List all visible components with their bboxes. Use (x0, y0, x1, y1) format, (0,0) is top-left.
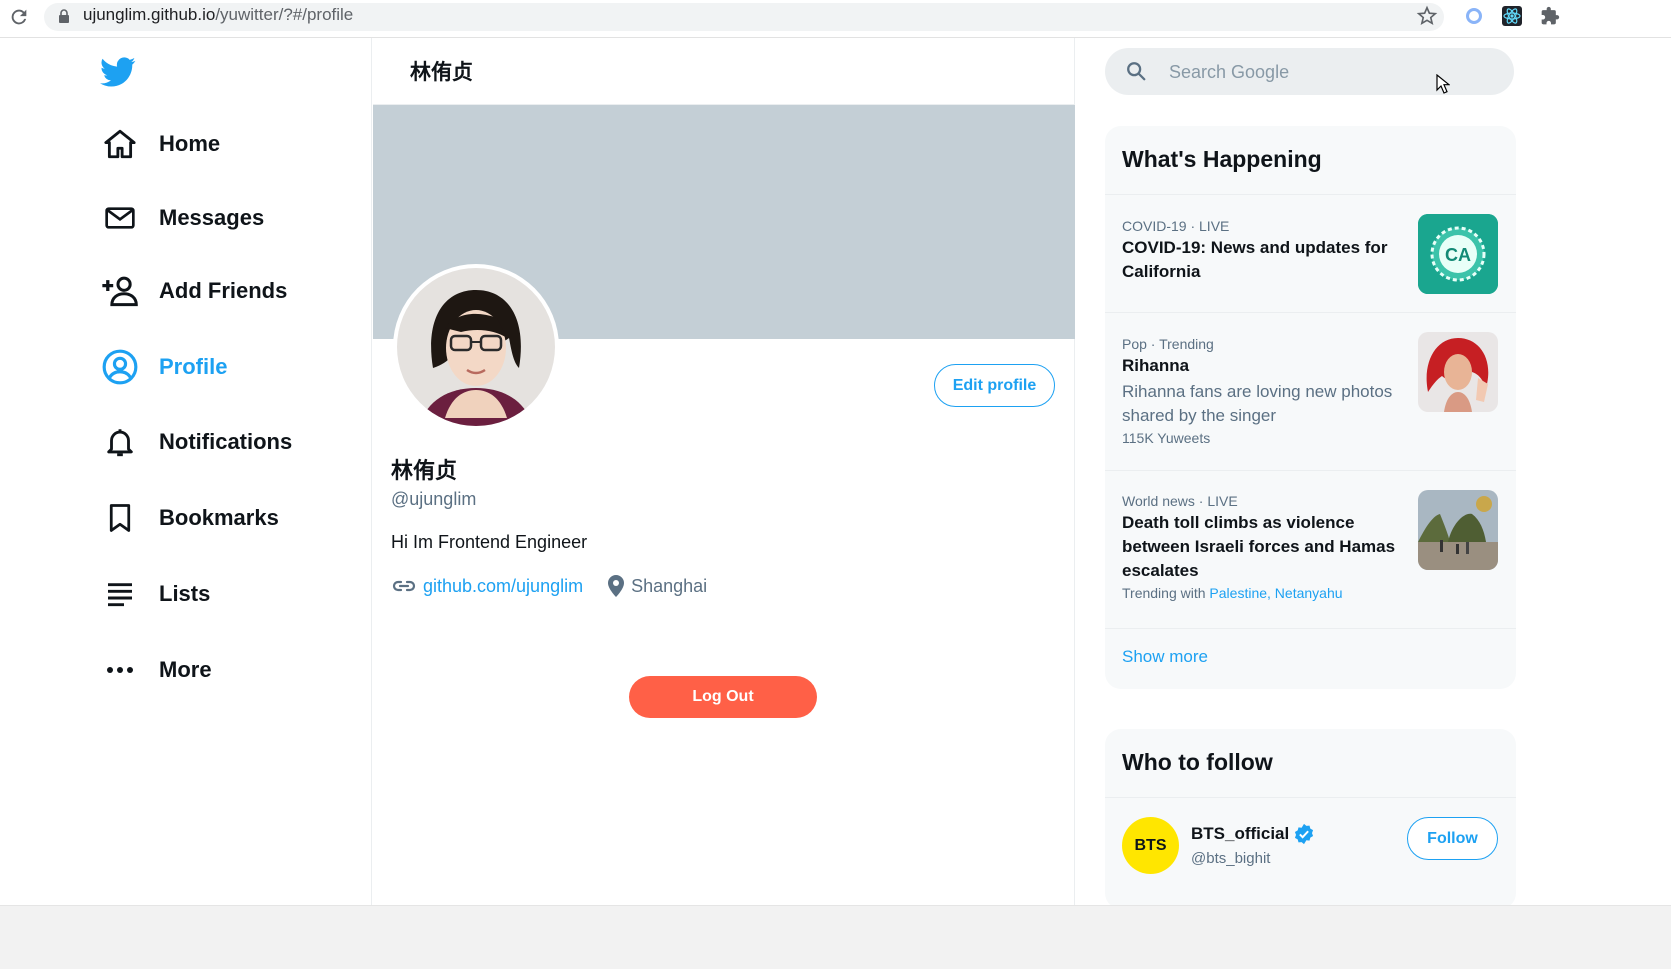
nav-label: Profile (159, 354, 228, 379)
list-icon (100, 574, 140, 614)
lock-icon (59, 9, 69, 23)
nav-label: Home (159, 131, 221, 156)
nav-add-friends[interactable]: Add Friends (100, 269, 287, 313)
location-pin-icon (608, 575, 625, 597)
trend-thumbnail: CA (1418, 214, 1498, 294)
add-user-icon (100, 271, 140, 311)
follow-avatar[interactable]: BTS (1122, 817, 1179, 874)
verified-badge-icon (1295, 823, 1314, 845)
follow-button[interactable]: Follow (1407, 817, 1498, 860)
more-icon (100, 650, 140, 690)
url-text[interactable]: ujunglim.github.io/yuwitter/?#/profile (83, 5, 353, 25)
divider (1105, 194, 1516, 195)
left-sidebar: Home Messages Add Friends Profile Notifi… (0, 38, 372, 908)
star-icon[interactable] (1416, 5, 1438, 27)
show-more-link[interactable]: Show more (1122, 647, 1208, 667)
profile-name: 林侑贞 (391, 458, 458, 483)
mouse-cursor-icon (1436, 74, 1450, 94)
trend-related: Trending with Palestine, Netanyahu (1122, 585, 1502, 601)
trend-count: 115K Yuweets (1122, 430, 1211, 446)
extension-circle-icon[interactable] (1464, 6, 1484, 26)
nav-profile[interactable]: Profile (100, 345, 227, 389)
follow-name-text: BTS_official (1191, 824, 1290, 843)
twitter-logo-icon[interactable] (98, 54, 138, 90)
nav-label: Bookmarks (159, 505, 279, 530)
nav-more[interactable]: More (100, 648, 212, 692)
nav-label: More (159, 657, 212, 682)
mail-icon (100, 198, 140, 238)
whats-happening-panel: What's Happening COVID-19 · LIVE COVID-1… (1105, 126, 1516, 689)
browser-toolbar: ujunglim.github.io/yuwitter/?#/profile (0, 0, 1671, 38)
nav-lists[interactable]: Lists (100, 572, 210, 616)
page-title: 林侑贞 (410, 61, 473, 84)
search-icon (1127, 62, 1146, 81)
trend-description: Rihanna fans are loving new photos share… (1122, 382, 1393, 425)
logout-button[interactable]: Log Out (629, 676, 817, 718)
nav-home[interactable]: Home (100, 122, 220, 166)
profile-location: Shanghai (631, 575, 708, 596)
nav-label: Add Friends (159, 278, 288, 303)
puzzle-icon[interactable] (1540, 6, 1560, 26)
main-header: 林侑贞 (373, 38, 1074, 105)
profile-meta: github.com/ujunglim Shanghai (391, 574, 707, 598)
profile-bio: Hi Im Frontend Engineer (391, 532, 588, 552)
who-to-follow-panel: Who to follow BTS BTS_official @bts_bigh… (1105, 729, 1516, 909)
bookmark-icon (100, 498, 140, 538)
rihanna-photo (1418, 332, 1498, 412)
nav-label: Notifications (159, 429, 293, 454)
nav-label: Messages (159, 205, 265, 230)
nav-notifications[interactable]: Notifications (100, 420, 292, 464)
divider (1105, 797, 1516, 798)
trend-thumbnail (1418, 332, 1498, 412)
bell-icon (100, 422, 140, 462)
follow-user-name[interactable]: BTS_official (1191, 823, 1315, 845)
link-icon (392, 580, 416, 592)
profile-link[interactable]: github.com/ujunglim (423, 576, 583, 597)
avatar-photo (397, 268, 555, 426)
covid-badge-icon: CA (1418, 214, 1498, 294)
window-bottom-strip (0, 905, 1671, 969)
trend-link-netanyahu[interactable]: Netanyahu (1275, 585, 1343, 601)
trend-title: Death toll climbs as violence between Is… (1122, 513, 1396, 580)
trend-title: COVID-19: News and updates for Californi… (1122, 238, 1388, 281)
nav-label: Lists (159, 581, 211, 606)
url-path: /yuwitter/?#/profile (215, 5, 354, 24)
react-devtools-icon[interactable] (1502, 6, 1522, 26)
search-box[interactable] (1105, 48, 1514, 95)
profile-avatar[interactable] (393, 264, 559, 430)
follow-user-handle: @bts_bighit (1191, 850, 1271, 867)
nav-bookmarks[interactable]: Bookmarks (100, 496, 279, 540)
badge-text: CA (1445, 245, 1471, 265)
url-host: ujunglim.github.io (83, 5, 216, 24)
trend-link-palestine[interactable]: Palestine, (1209, 585, 1270, 601)
profile-icon (100, 347, 140, 387)
divider (1105, 312, 1516, 313)
trend-related-label: Trending with (1122, 585, 1206, 601)
reload-icon[interactable] (8, 6, 30, 28)
trend-title: Rihanna (1122, 356, 1190, 375)
edit-profile-button[interactable]: Edit profile (934, 364, 1055, 407)
divider (1105, 470, 1516, 471)
profile-main: 林侑贞 Edit profile 林侑贞 @ujunglim Hi Im Fro… (373, 38, 1075, 908)
home-icon (100, 124, 140, 164)
trend-thumbnail (1418, 490, 1498, 570)
nav-messages[interactable]: Messages (100, 196, 264, 240)
news-photo (1418, 490, 1498, 570)
profile-handle: @ujunglim (391, 489, 477, 509)
divider (1105, 628, 1516, 629)
panel-title: Who to follow (1122, 749, 1273, 775)
panel-title: What's Happening (1122, 146, 1322, 172)
